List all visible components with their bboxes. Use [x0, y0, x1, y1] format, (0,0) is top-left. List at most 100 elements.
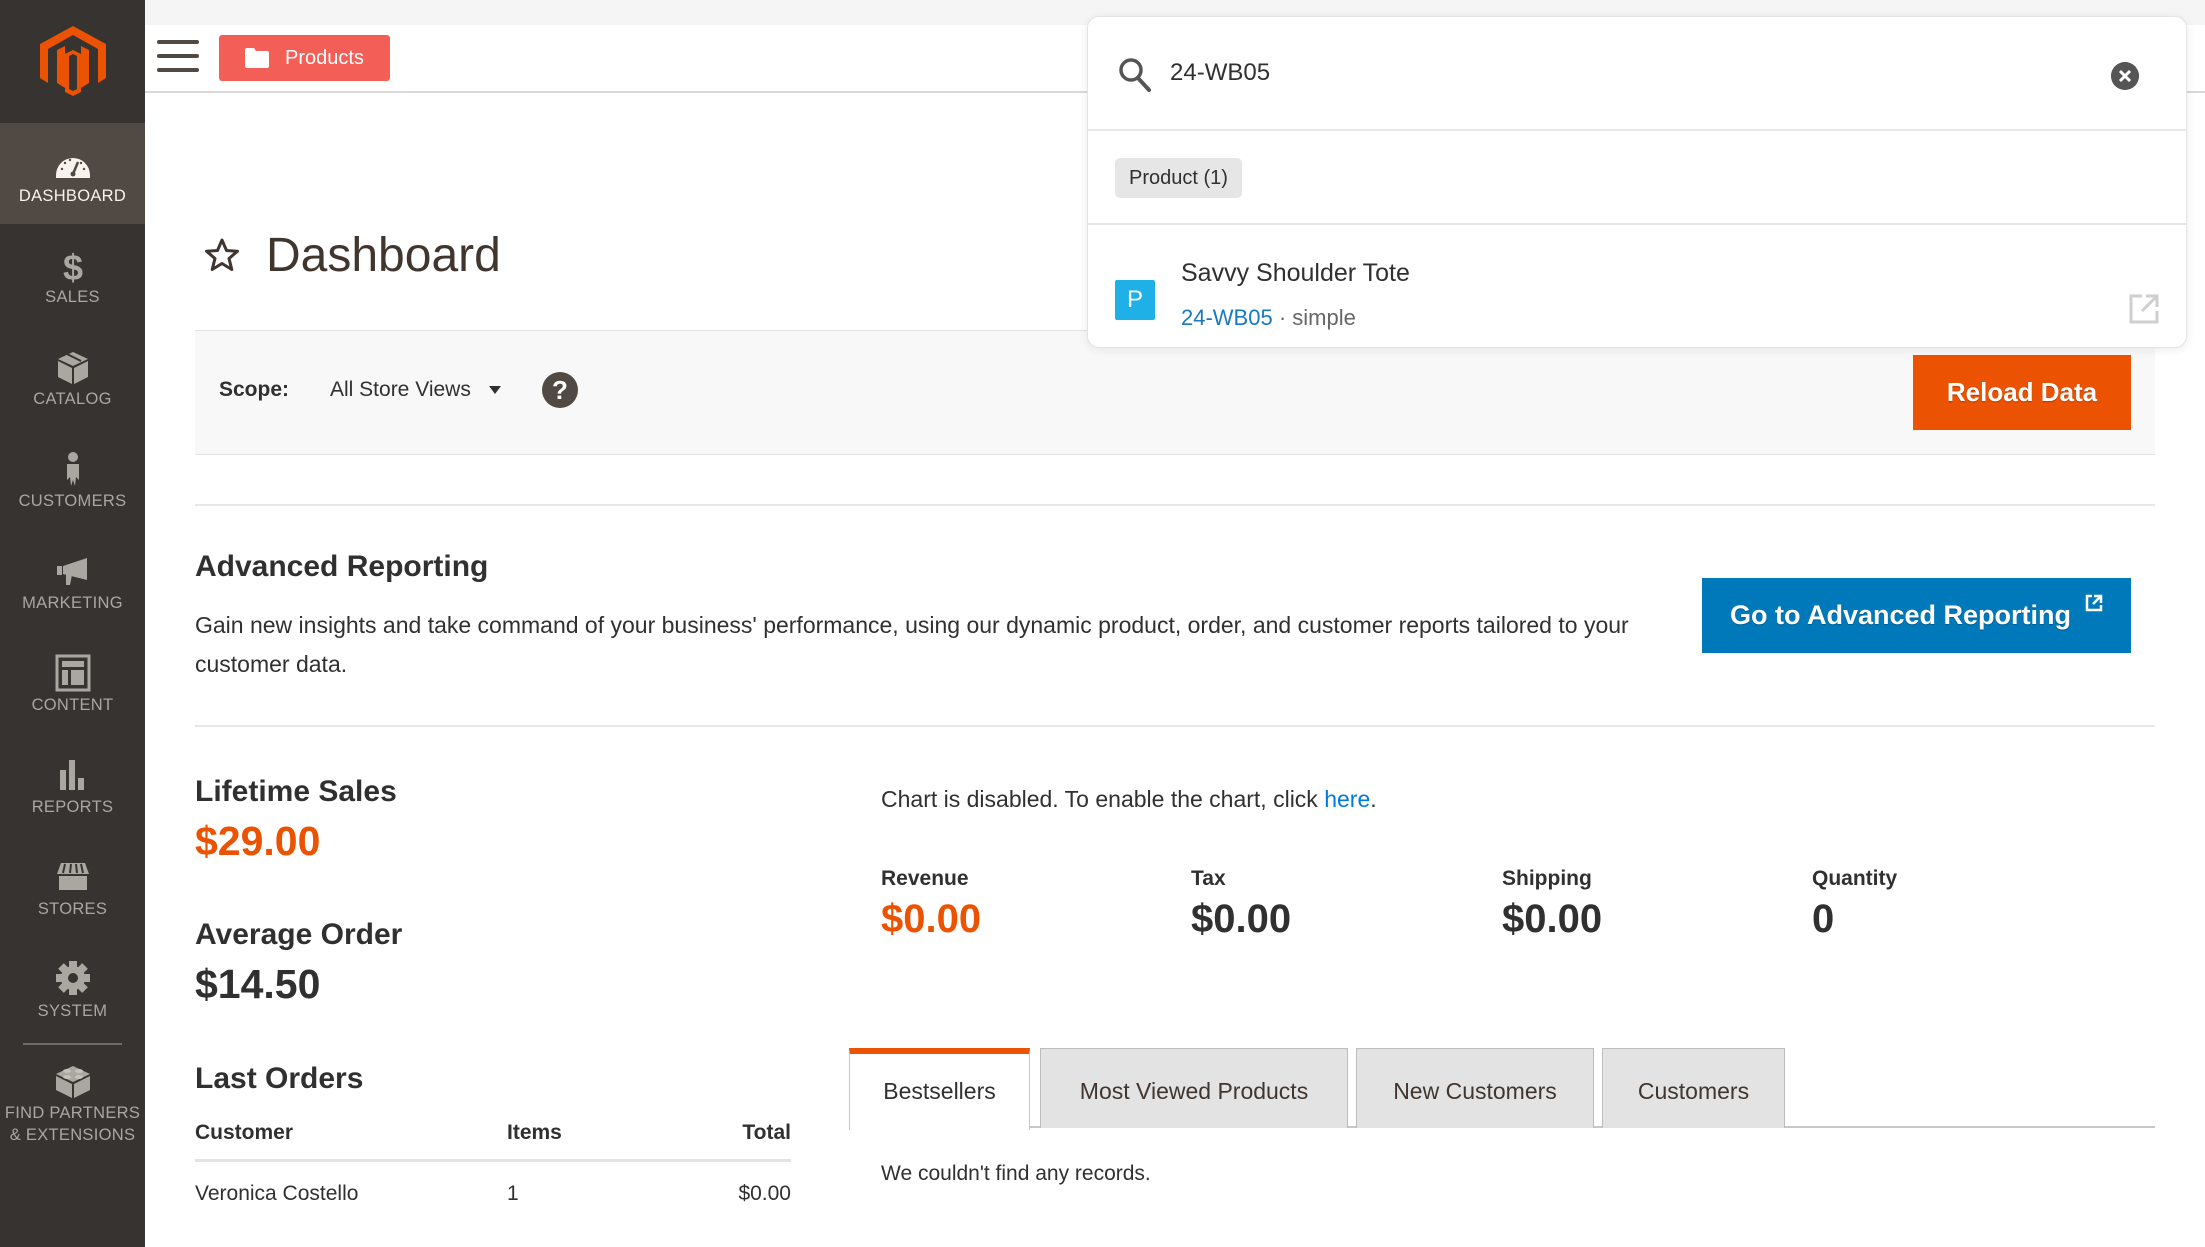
admin-sidebar: DASHBOARD $ SALES CATALOG CUSTOMERS MARK… [0, 0, 145, 1247]
revenue-value: $0.00 [881, 897, 982, 941]
tab-bestsellers[interactable]: Bestsellers [849, 1048, 1030, 1130]
divider [195, 725, 2155, 727]
result-meta: 24-WB05 · simple [1181, 305, 1356, 331]
order-total: $0.00 [738, 1182, 791, 1205]
sidebar-item-label: SYSTEM [37, 1002, 108, 1020]
help-icon[interactable]: ? [542, 372, 578, 408]
product-badge: P [1115, 280, 1155, 320]
dashboard-icon [55, 158, 90, 178]
enable-chart-link[interactable]: here [1324, 786, 1370, 812]
chart-message-suffix: . [1370, 786, 1377, 812]
search-result-item[interactable]: P Savvy Shoulder Tote 24-WB05 · simple [1088, 225, 2186, 347]
chart-message-text: Chart is disabled. To enable the chart, … [881, 786, 1325, 812]
advanced-reporting-title: Advanced Reporting [195, 550, 489, 583]
person-icon [66, 452, 79, 486]
sidebar-item-content[interactable]: CONTENT [0, 632, 145, 733]
advanced-reporting-description: Gain new insights and take command of yo… [195, 612, 1629, 677]
storefront-icon [56, 863, 89, 890]
hamburger-icon[interactable] [157, 38, 199, 74]
search-icon [1119, 58, 1151, 92]
caret-down-icon [488, 386, 501, 394]
product-category-chip[interactable]: Product (1) [1115, 158, 1242, 198]
column-header-customer: Customer [195, 1115, 507, 1162]
order-items: 1 [507, 1182, 519, 1205]
open-in-new-icon[interactable] [2128, 293, 2160, 325]
sidebar-item-catalog[interactable]: CATALOG [0, 326, 145, 427]
clear-search-icon[interactable] [2111, 62, 2139, 90]
empty-records-message: We couldn't find any records. [881, 1162, 1151, 1185]
dollar-icon: $ [62, 247, 82, 286]
divider [195, 504, 2155, 506]
chart-disabled-message: Chart is disabled. To enable the chart, … [881, 786, 1377, 813]
scope-selected-value: All Store Views [330, 378, 471, 401]
layout-icon [55, 654, 90, 692]
sidebar-item-marketing[interactable]: MARKETING [0, 530, 145, 631]
scope-label: Scope: [219, 378, 290, 401]
last-orders-title: Last Orders [195, 1062, 364, 1095]
sidebar-item-label: CONTENT [31, 696, 114, 714]
tab-customers[interactable]: Customers [1602, 1048, 1785, 1128]
sidebar-item-label: FIND PARTNERS [4, 1104, 141, 1122]
sidebar-item-system[interactable]: SYSTEM [0, 938, 145, 1039]
result-product-name: Savvy Shoulder Tote [1181, 259, 1410, 287]
box-icon [57, 352, 88, 384]
sidebar-item-label: SALES [45, 288, 100, 306]
sidebar-item-label: MARKETING [22, 594, 123, 612]
page-title: Dashboard [266, 229, 501, 282]
sidebar-item-customers[interactable]: CUSTOMERS [0, 428, 145, 529]
last-orders-table: Customer Items Total Veronica Costello 1… [195, 1115, 791, 1216]
sidebar-item-label: STORES [37, 900, 108, 918]
result-separator: · [1272, 305, 1293, 330]
sidebar-item-label: CATALOG [33, 390, 112, 408]
advanced-reporting-button-label: Go to Advanced Reporting [1730, 600, 2072, 630]
tab-new-customers[interactable]: New Customers [1356, 1048, 1594, 1128]
products-button-label: Products [285, 46, 364, 69]
gear-icon [55, 961, 90, 995]
average-order-label: Average Order [195, 918, 403, 951]
tax-value: $0.00 [1191, 897, 1292, 941]
quantity-value: 0 [1812, 897, 1835, 941]
sidebar-item-label: DASHBOARD [18, 187, 127, 205]
megaphone-icon [56, 558, 87, 585]
folder-icon [245, 48, 269, 68]
products-button[interactable]: Products [219, 35, 390, 81]
sidebar-item-label: REPORTS [31, 798, 114, 816]
sidebar-item-label: CUSTOMERS [18, 492, 127, 510]
sidebar-item-stores[interactable]: STORES [0, 836, 145, 937]
revenue-label: Revenue [881, 867, 969, 890]
result-type: simple [1292, 305, 1356, 330]
order-customer: Veronica Costello [195, 1182, 359, 1205]
bar-chart-icon [59, 760, 84, 790]
lego-brick-icon [55, 1066, 90, 1098]
sidebar-item-sales[interactable]: $ SALES [0, 224, 145, 325]
lifetime-sales-label: Lifetime Sales [195, 775, 397, 808]
magento-logo[interactable] [40, 26, 106, 96]
lifetime-sales-value: $29.00 [195, 818, 321, 864]
result-sku: 24-WB05 [1181, 305, 1273, 330]
scope-select[interactable]: All Store Views [330, 378, 501, 402]
quantity-label: Quantity [1812, 867, 1898, 890]
reload-data-button[interactable]: Reload Data [1913, 355, 2131, 430]
go-to-advanced-reporting-button[interactable]: Go to Advanced Reporting [1702, 578, 2131, 653]
sidebar-item-label: & EXTENSIONS [9, 1126, 136, 1144]
average-order-value: $14.50 [195, 961, 321, 1007]
table-header-row: Customer Items Total [195, 1115, 791, 1162]
external-link-icon [2085, 594, 2102, 612]
sidebar-divider [23, 1043, 122, 1045]
table-row[interactable]: Veronica Costello 1 $0.00 [195, 1161, 791, 1217]
tab-most-viewed-products[interactable]: Most Viewed Products [1040, 1048, 1348, 1128]
sidebar-item-reports[interactable]: REPORTS [0, 734, 145, 835]
shipping-label: Shipping [1502, 867, 1592, 890]
search-row [1088, 17, 2186, 131]
svg-text:$: $ [62, 247, 82, 286]
global-search-panel: Product (1) P Savvy Shoulder Tote 24-WB0… [1087, 16, 2187, 348]
global-search-input[interactable] [1170, 53, 2070, 93]
column-header-items: Items [507, 1115, 691, 1162]
sidebar-item-dashboard[interactable]: DASHBOARD [0, 123, 145, 224]
search-category-row: Product (1) [1088, 131, 2186, 225]
sidebar-item-find-partners[interactable]: FIND PARTNERS & EXTENSIONS [0, 1050, 145, 1170]
star-icon[interactable] [204, 237, 240, 273]
tax-label: Tax [1191, 867, 1226, 890]
column-header-total: Total [691, 1115, 791, 1162]
shipping-value: $0.00 [1502, 897, 1603, 941]
